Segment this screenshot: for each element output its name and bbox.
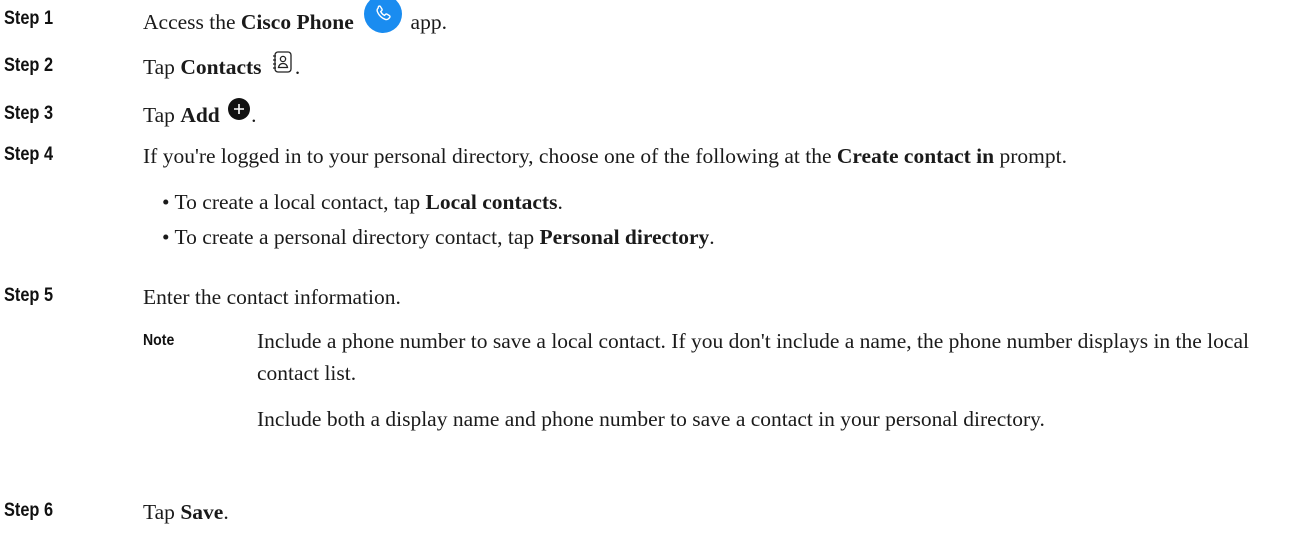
ui-term: Save bbox=[180, 500, 224, 524]
step-label: Step 4 bbox=[4, 144, 54, 165]
contacts-icon bbox=[269, 49, 295, 81]
step-label: Step 5 bbox=[4, 285, 54, 306]
step-label: Step 6 bbox=[4, 500, 54, 521]
ui-term: Personal directory bbox=[539, 225, 710, 249]
ui-term: Add bbox=[180, 103, 220, 127]
ui-term: Create contact in bbox=[836, 144, 995, 168]
step-label: Step 3 bbox=[4, 103, 54, 124]
step-label: Step 1 bbox=[4, 8, 54, 29]
ui-term: Contacts bbox=[180, 55, 262, 79]
step-text: Access the Cisco Phone app. bbox=[143, 0, 447, 40]
note-paragraph: Include a phone number to save a local c… bbox=[257, 329, 1249, 385]
list-item: • To create a personal directory contact… bbox=[162, 225, 715, 249]
ui-term: Local contacts bbox=[425, 190, 558, 214]
note-label: Note bbox=[143, 332, 175, 349]
phone-app-icon bbox=[363, 0, 403, 40]
ui-term: Cisco Phone bbox=[240, 9, 354, 34]
note-paragraph: Include both a display name and phone nu… bbox=[257, 407, 1045, 431]
step-text: Enter the contact information. bbox=[143, 285, 401, 309]
add-icon bbox=[227, 97, 251, 127]
step-label: Step 2 bbox=[4, 55, 54, 76]
step-text: Tap Add . bbox=[143, 98, 257, 128]
list-item: • To create a local contact, tap Local c… bbox=[162, 190, 563, 214]
step-text: Tap Contacts . bbox=[143, 51, 300, 81]
step-text: If you're logged in to your personal dir… bbox=[143, 144, 1067, 168]
step-text: Tap Save. bbox=[143, 500, 229, 524]
